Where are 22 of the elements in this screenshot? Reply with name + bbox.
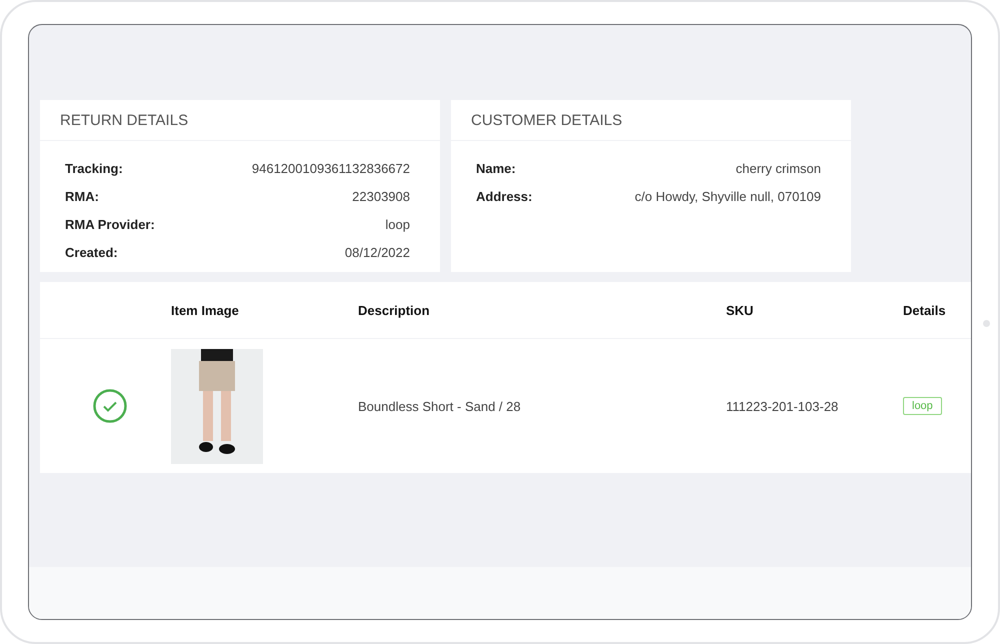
column-header: Details bbox=[903, 302, 946, 318]
side-button-icon bbox=[983, 320, 990, 327]
provider-tag: loop bbox=[903, 397, 942, 415]
field-value: 08/12/2022 bbox=[344, 244, 410, 260]
field-label: RMA Provider: bbox=[65, 216, 155, 232]
description-text: Boundless Short - Sand / 28 bbox=[358, 398, 521, 414]
field-label: Created: bbox=[65, 244, 118, 260]
field-label: Name: bbox=[476, 160, 516, 176]
field-label: Tracking: bbox=[65, 160, 123, 176]
column-header: Item Image bbox=[171, 302, 239, 318]
field-label: Address: bbox=[476, 188, 532, 204]
field-value: c/o Howdy, Shyville null, 070109 bbox=[634, 188, 821, 204]
column-header: SKU bbox=[726, 302, 754, 318]
card-title: RETURN DETAILS bbox=[40, 100, 440, 141]
field-value: 22303908 bbox=[352, 188, 410, 204]
field-label: RMA: bbox=[65, 188, 99, 204]
column-header: Description bbox=[358, 302, 430, 318]
sku-text: 111223-201-103-28 bbox=[726, 398, 838, 414]
field-value: loop bbox=[385, 216, 410, 232]
card-title: CUSTOMER DETAILS bbox=[451, 100, 851, 141]
field-value: 9461200109361132836672 bbox=[252, 160, 410, 176]
field-value: cherry crimson bbox=[736, 160, 821, 176]
